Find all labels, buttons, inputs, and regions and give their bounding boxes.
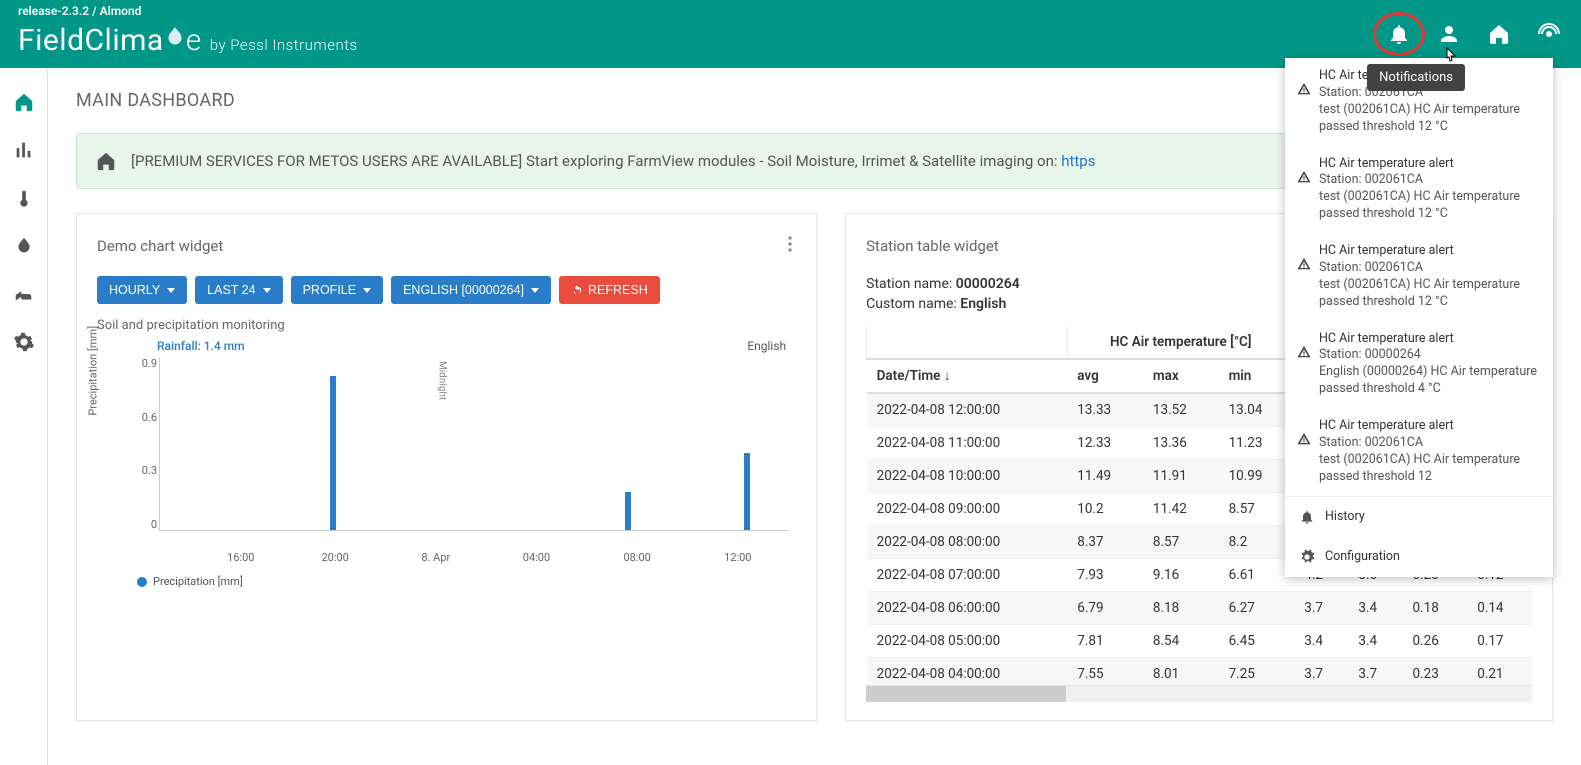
chart-legend: Precipitation [mm] [137,575,796,588]
refresh-button[interactable]: REFRESH [559,276,660,304]
y-axis-label: Precipitation [mm] [87,326,100,416]
kebab-icon [788,236,792,252]
sidebar-moisture[interactable] [0,222,48,270]
sidebar [0,68,48,765]
notifications-footer: History Configuration [1285,496,1553,577]
notifications-config-link[interactable]: Configuration [1285,537,1553,577]
notifications-panel: HC Air temperature a…Station: 002061CAte… [1285,58,1553,577]
banner-text: [PREMIUM SERVICES FOR METOS USERS ARE AV… [131,152,1061,170]
thermometer-icon [13,187,35,209]
user-icon[interactable] [1435,20,1463,48]
warning-icon [1297,257,1311,271]
bell-icon [1299,509,1315,525]
station-dropdown[interactable]: ENGLISH [00000264] [391,276,551,304]
caret-down-icon [263,288,271,293]
refresh-icon [571,284,584,297]
sidebar-irrigation[interactable] [0,270,48,318]
sidebar-settings[interactable] [0,318,48,366]
house-icon [95,150,117,172]
sidebar-charts[interactable] [0,126,48,174]
gear-icon [1299,549,1315,565]
column-header[interactable]: min [1219,359,1295,393]
chart-station-label: English [747,339,786,353]
water-drop-icon [13,235,35,257]
leaf-icon [162,23,188,58]
notification-item[interactable]: HC Air temperature alertStation: 002061C… [1285,146,1553,234]
chart-bar[interactable] [330,376,336,530]
watering-can-icon [13,283,35,305]
caret-down-icon [363,288,371,293]
table-row[interactable]: 2022-04-08 06:00:006.798.186.273.73.40.1… [867,592,1532,625]
sidebar-temperature[interactable] [0,174,48,222]
banner-link[interactable]: https [1061,152,1095,170]
chart-widget: Demo chart widget HOURLY LAST 24 PROFILE… [76,213,817,721]
chart-bar[interactable] [744,453,750,530]
brand-subtitle: by Pessl Instruments [210,36,358,54]
table-row[interactable]: 2022-04-08 05:00:007.818.546.453.43.40.2… [867,625,1532,658]
header-actions [1385,20,1563,48]
column-header[interactable]: max [1143,359,1219,393]
sidebar-home[interactable] [0,78,48,126]
warning-icon [1297,432,1311,446]
station-house-icon[interactable] [1485,20,1513,48]
caret-down-icon [167,288,175,293]
brand-logo[interactable]: FieldClimae by Pessl Instruments [18,23,358,58]
profile-dropdown[interactable]: PROFILE [291,276,384,304]
home-icon [13,91,35,113]
warning-icon [1297,170,1311,184]
broadcast-icon[interactable] [1535,20,1563,48]
column-header[interactable]: avg [1067,359,1143,393]
rainfall-summary: Rainfall: 1.4 mm [157,339,245,353]
y-axis-ticks: 0.90.60.30 [129,357,157,531]
notifications-tooltip: Notifications [1367,64,1465,91]
last24-dropdown[interactable]: LAST 24 [195,276,282,304]
warning-icon [1297,345,1311,359]
notification-item[interactable]: HC Air temperature alertStation: 002061C… [1285,233,1553,321]
table-row[interactable]: 2022-04-08 04:00:007.558.017.253.73.70.2… [867,658,1532,687]
notifications-history-link[interactable]: History [1285,497,1553,537]
midnight-marker: Midnight [436,361,447,400]
legend-dot-icon [137,577,147,587]
bar-chart-icon [13,139,35,161]
chart-area: Rainfall: 1.4 mm English Precipitation [… [97,339,796,569]
horizontal-scrollbar[interactable] [866,686,1532,702]
plot-area[interactable]: Midnight [159,357,788,531]
gear-icon [13,331,35,353]
table-widget-title: Station table widget [866,237,999,255]
chart-caption: Soil and precipitation monitoring [97,318,796,333]
notification-item[interactable]: HC Air temperature alertStation: 002061C… [1285,408,1553,496]
release-tag: release-2.3.2 / Almond [18,4,141,18]
chart-widget-menu[interactable] [784,232,796,260]
chart-widget-title: Demo chart widget [97,237,223,255]
warning-icon [1297,82,1311,96]
group-header-temp[interactable]: HC Air temperature [°C] [1067,326,1294,359]
notification-item[interactable]: HC Air temperature alertStation: 0000026… [1285,321,1553,409]
chart-toolbar: HOURLY LAST 24 PROFILE ENGLISH [00000264… [97,276,796,304]
hourly-dropdown[interactable]: HOURLY [97,276,187,304]
chart-bar[interactable] [625,492,631,530]
notifications-bell-icon[interactable] [1385,20,1413,48]
caret-down-icon [531,288,539,293]
column-header[interactable]: Date/Time ↓ [867,359,1068,393]
